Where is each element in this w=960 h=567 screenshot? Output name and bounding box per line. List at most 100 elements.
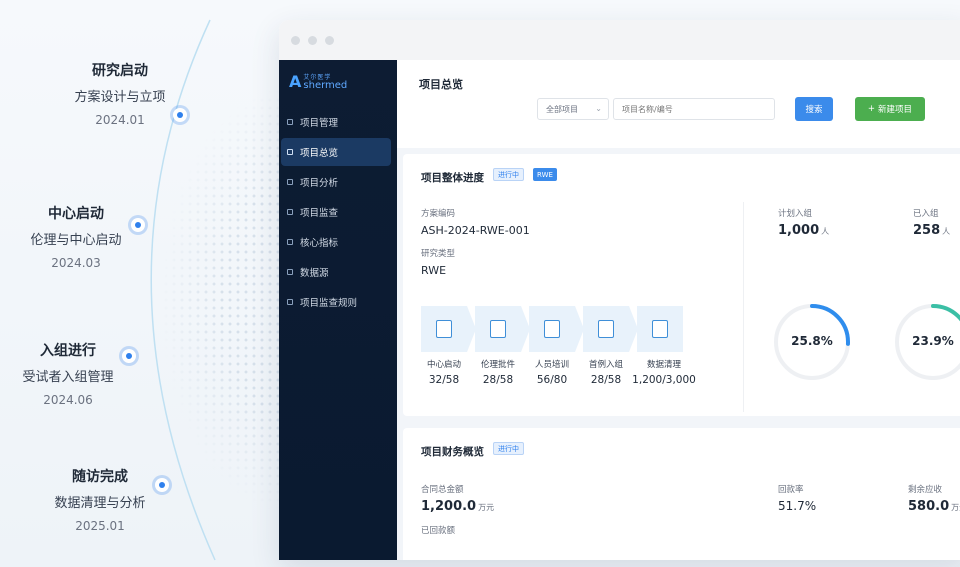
database-icon <box>652 320 668 338</box>
plant-icon <box>436 320 452 338</box>
milestone-dot <box>122 349 136 363</box>
milestone-date: 2025.01 <box>75 519 125 533</box>
grid-icon <box>287 149 293 155</box>
step-training <box>529 306 575 352</box>
finance-card: 项目财务概览 进行中 合同总金额 1,200.0 万元 已回款额 回款率 51.7… <box>403 428 960 560</box>
enrolled-value: 258 人 <box>913 223 950 238</box>
rate-label: 回款率 <box>778 485 804 495</box>
ring-1-percent: 25.8% <box>791 334 833 348</box>
plus-icon: + <box>867 104 876 114</box>
scheme-code-value: ASH-2024-RWE-001 <box>421 224 530 237</box>
contract-value: 1,200.0 万元 <box>421 499 494 514</box>
step-center-start <box>421 306 467 352</box>
unit: 人 <box>942 227 951 236</box>
logo: A 艾尔医学 shermed <box>279 66 397 96</box>
card-title: 项目整体进度 <box>421 172 484 184</box>
step-ethics <box>475 306 521 352</box>
page-title: 项目总览 <box>419 78 463 91</box>
milestone-dot <box>173 108 187 122</box>
vertical-divider <box>743 202 744 412</box>
received-label: 已回款额 <box>421 526 456 536</box>
milestone-date: 2024.03 <box>51 256 101 270</box>
sidebar-item-data-source[interactable]: 数据源 <box>281 258 391 286</box>
grid-icon <box>287 179 293 185</box>
step-value: 1,200/3,000 <box>632 374 696 386</box>
milestone-subtitle: 伦理与中心启动 <box>30 233 122 248</box>
milestone-2: 中心启动 伦理与中心启动 2024.03 <box>0 203 156 270</box>
sidebar: A 艾尔医学 shermed 项目管理 项目总览 项目分析 项目监查 核心指标 … <box>279 60 397 560</box>
enrolled-label: 已入组 <box>913 209 939 219</box>
grid-icon <box>287 269 293 275</box>
step-name: 数据清理 <box>646 360 681 370</box>
step-data-clean <box>637 306 683 352</box>
type-badge: RWE <box>533 168 557 181</box>
sidebar-nav: 项目管理 项目总览 项目分析 项目监查 核心指标 数据源 项目监查规则 <box>279 108 397 316</box>
sidebar-item-project-overview[interactable]: 项目总览 <box>281 138 391 166</box>
contract-label: 合同总金额 <box>421 485 464 495</box>
document-icon <box>490 320 506 338</box>
window-minimize-dot[interactable] <box>308 35 317 45</box>
status-badge: 进行中 <box>493 168 524 181</box>
sidebar-item-label: 项目监查规则 <box>300 298 358 309</box>
milestone-subtitle: 方案设计与立项 <box>74 90 166 105</box>
sidebar-item-label: 数据源 <box>300 268 329 279</box>
chevron-down-icon: ⌄ <box>595 104 602 113</box>
milestone-4: 随访完成 数据清理与分析 2025.01 <box>20 466 180 533</box>
ring-2-percent: 23.9% <box>912 334 954 348</box>
sidebar-item-monitoring-rules[interactable]: 项目监查规则 <box>281 288 391 316</box>
card-title: 项目财务概览 <box>421 446 484 458</box>
study-type-value: RWE <box>421 264 447 277</box>
step-first-enroll <box>583 306 629 352</box>
status-badge: 进行中 <box>493 442 524 455</box>
milestone-date: 2024.06 <box>43 393 93 407</box>
planned-label: 计划入组 <box>778 209 813 219</box>
planned-value: 1,000 人 <box>778 223 829 238</box>
milestone-dot <box>131 218 145 232</box>
page-header: 项目总览 全部项目 ⌄ 搜索 + 新建项目 <box>397 60 960 148</box>
logo-mark: A <box>289 71 302 91</box>
select-value: 全部项目 <box>546 104 578 114</box>
project-filter-select[interactable]: 全部项目 ⌄ <box>537 98 609 120</box>
scheme-code-label: 方案编码 <box>421 209 456 219</box>
logo-english: shermed <box>303 79 348 91</box>
milestone-dot <box>155 478 169 492</box>
remaining-value: 580.0万元 <box>908 499 960 514</box>
sidebar-item-core-metrics[interactable]: 核心指标 <box>281 228 391 256</box>
search-input[interactable] <box>613 98 775 120</box>
sidebar-item-project-management[interactable]: 项目管理 <box>281 108 391 136</box>
grid-icon <box>287 119 293 125</box>
rate-value: 51.7% <box>778 499 817 513</box>
study-type-label: 研究类型 <box>421 249 456 259</box>
grid-icon <box>287 239 293 245</box>
window-close-dot[interactable] <box>291 35 300 45</box>
sidebar-item-label: 项目总览 <box>300 148 339 159</box>
window-maximize-dot[interactable] <box>325 35 334 45</box>
sidebar-item-label: 项目监查 <box>300 208 339 219</box>
remaining-number: 580.0 <box>908 499 950 514</box>
sidebar-item-label: 项目分析 <box>300 178 339 189</box>
unit: 人 <box>821 227 830 236</box>
new-project-button[interactable]: + 新建项目 <box>855 97 925 121</box>
remaining-label: 剩余应收 <box>908 485 943 495</box>
enrolled-number: 258 <box>913 223 941 238</box>
window-titlebar <box>279 20 960 60</box>
grid-icon <box>287 209 293 215</box>
new-project-label: 新建项目 <box>878 105 913 115</box>
people-icon <box>544 320 560 338</box>
grid-icon <box>287 299 293 305</box>
milestone-title: 研究启动 <box>92 63 148 79</box>
app-window: A 艾尔医学 shermed 项目管理 项目总览 项目分析 项目监查 核心指标 … <box>279 20 960 560</box>
sidebar-item-project-analysis[interactable]: 项目分析 <box>281 168 391 196</box>
unit: 万元 <box>951 503 960 512</box>
sidebar-item-label: 核心指标 <box>300 238 339 249</box>
search-button[interactable]: 搜索 <box>795 97 833 121</box>
sidebar-item-label: 项目管理 <box>300 118 339 129</box>
unit: 万元 <box>478 503 495 512</box>
file-check-icon <box>598 320 614 338</box>
sidebar-item-project-monitoring[interactable]: 项目监查 <box>281 198 391 226</box>
planned-number: 1,000 <box>778 223 820 238</box>
main-content: 项目总览 全部项目 ⌄ 搜索 + 新建项目 项目整体进度 进行中 RWE 方案编… <box>397 60 960 560</box>
milestone-subtitle: 受试者入组管理 <box>22 370 114 385</box>
project-progress-card: 项目整体进度 进行中 RWE 方案编码 ASH-2024-RWE-001 研究类… <box>403 154 960 416</box>
contract-number: 1,200.0 <box>421 499 477 514</box>
